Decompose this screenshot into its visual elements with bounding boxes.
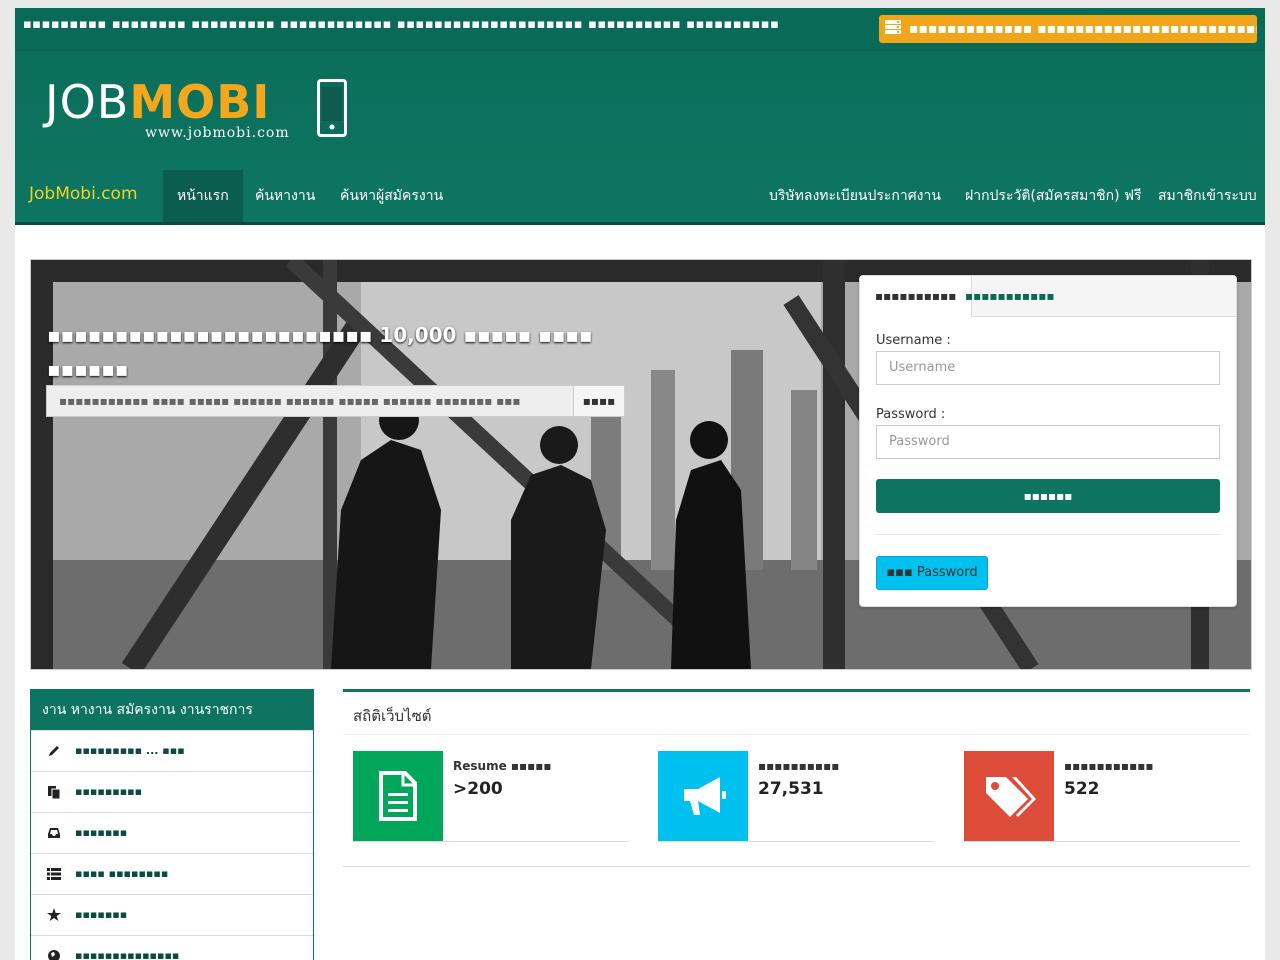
sidebar-item-5[interactable]: ▪▪▪▪▪▪▪▪▪▪▪▪▪▪ [31, 935, 313, 960]
server-icon [885, 20, 901, 34]
stats-divider [343, 734, 1250, 735]
site-stats: สถิติเว็บไซต์ Resume ▪▪▪▪▪ >200 ▪▪▪▪▪▪▪▪… [343, 689, 1250, 867]
logo-text-job: JOB [45, 75, 130, 129]
document-icon [379, 771, 417, 821]
top-cta-button[interactable]: ▪▪▪▪▪▪▪▪▪▪▪▪▪ ▪▪▪▪▪▪▪▪▪▪▪▪▪▪▪▪▪▪▪▪▪▪▪▪▪▪ [879, 15, 1257, 43]
phone-icon [317, 79, 347, 137]
sidebar-item-label: ▪▪▪▪▪▪▪ [75, 908, 128, 921]
stat-box-resume: Resume ▪▪▪▪▪ >200 [353, 751, 629, 842]
files-icon [48, 786, 61, 799]
nav-home[interactable]: หน้าแรก [163, 170, 243, 222]
site-header: JOBMOBI www.jobmobi.com [15, 50, 1265, 171]
sidebar-title: งาน หางาน สมัครงาน งานราชการ [31, 690, 313, 730]
hero-banner: ▪▪▪▪▪▪▪▪▪▪▪▪▪▪▪▪▪▪▪▪▪▪▪▪ 10,000 ▪▪▪▪▪ ▪▪… [30, 259, 1252, 670]
sidebar-item-label: ▪▪▪▪▪▪▪▪▪ ... ▪▪▪ [75, 744, 185, 757]
sidebar-item-4[interactable]: ▪▪▪▪▪▪▪ [31, 894, 313, 935]
logo-url: www.jobmobi.com [145, 125, 290, 141]
sidebar-item-label: ▪▪▪▪ ▪▪▪▪▪▪▪▪ [75, 867, 169, 880]
sidebar-item-2[interactable]: ▪▪▪▪▪▪▪ [31, 812, 313, 853]
login-panel: ▪▪▪▪▪▪▪▪▪▪ ▪▪▪▪▪▪▪▪▪▪▪ Username : Userna… [859, 275, 1237, 607]
stats-title: สถิติเว็บไซต์ [353, 707, 432, 725]
stat-label: ▪▪▪▪▪▪▪▪▪▪ [758, 759, 840, 773]
sidebar-item-0[interactable]: ▪▪▪▪▪▪▪▪▪ ... ▪▪▪ [31, 730, 313, 771]
megaphone-icon [684, 777, 726, 815]
username-label: Username : [876, 333, 951, 348]
stat-icon-box [964, 751, 1054, 841]
star-icon [47, 908, 61, 921]
nav-company-register[interactable]: บริษัทลงทะเบียนประกาศงาน [755, 170, 955, 222]
hero-search-button[interactable]: ▪▪▪▪ [573, 385, 625, 417]
tags-icon [986, 777, 1036, 817]
stat-box-companies: ▪▪▪▪▪▪▪▪▪▪▪ 522 [964, 751, 1240, 842]
list-icon [47, 868, 61, 880]
stat-value: >200 [453, 779, 503, 799]
sidebar-item-1[interactable]: ▪▪▪▪▪▪▪▪▪ [31, 771, 313, 812]
nav-register-resume[interactable]: ฝากประวัติ(สมัครสมาชิก) ฟรี [951, 170, 1156, 222]
sidebar-item-3[interactable]: ▪▪▪▪ ▪▪▪▪▪▪▪▪ [31, 853, 313, 894]
navbar-brand[interactable]: JobMobi.com [29, 184, 138, 204]
sidebar-item-label: ▪▪▪▪▪▪▪ [75, 826, 128, 839]
nav-find-applicants[interactable]: ค้นหาผู้สมัครงาน [326, 170, 457, 222]
stat-label: ▪▪▪▪▪▪▪▪▪▪▪ [1064, 759, 1154, 773]
login-tabs: ▪▪▪▪▪▪▪▪▪▪ ▪▪▪▪▪▪▪▪▪▪▪ [860, 276, 1236, 317]
main-navbar: JobMobi.com หน้าแรก ค้นหางาน ค้นหาผู้สมั… [15, 170, 1265, 225]
announcement-text: ▪▪▪▪▪▪▪▪▪ ▪▪▪▪▪▪▪▪ ▪▪▪▪▪▪▪▪▪ ▪▪▪▪▪▪▪▪▪▪▪… [23, 17, 780, 32]
stat-icon-box [353, 751, 443, 841]
stat-value: 522 [1064, 779, 1100, 799]
logo-text-mobi: MOBI [129, 75, 271, 129]
sidebar-item-label: ▪▪▪▪▪▪▪▪▪▪▪▪▪▪ [75, 949, 180, 960]
sidebar-menu: งาน หางาน สมัครงาน งานราชการ ▪▪▪▪▪▪▪▪▪ .… [30, 689, 314, 960]
password-label: Password : [876, 407, 946, 422]
login-divider [876, 534, 1220, 535]
globe-icon [48, 950, 60, 960]
password-field[interactable]: Password [876, 425, 1220, 459]
stat-label: Resume ▪▪▪▪▪ [453, 759, 552, 773]
hero-title: ▪▪▪▪▪▪▪▪▪▪▪▪▪▪▪▪▪▪▪▪▪▪▪▪ 10,000 ▪▪▪▪▪ ▪▪… [47, 323, 593, 381]
stat-box-jobs: ▪▪▪▪▪▪▪▪▪▪ 27,531 [658, 751, 934, 842]
forgot-password-button[interactable]: ▪▪▪ Password [876, 556, 988, 590]
page: ▪▪▪▪▪▪▪▪▪ ▪▪▪▪▪▪▪▪ ▪▪▪▪▪▪▪▪▪ ▪▪▪▪▪▪▪▪▪▪▪… [15, 8, 1265, 960]
username-field[interactable]: Username [876, 351, 1220, 385]
top-cta-label: ▪▪▪▪▪▪▪▪▪▪▪▪▪ ▪▪▪▪▪▪▪▪▪▪▪▪▪▪▪▪▪▪▪▪▪▪▪▪▪▪ [909, 21, 1257, 37]
tab-register[interactable]: ▪▪▪▪▪▪▪▪▪▪▪ [950, 276, 1069, 316]
pencil-icon [49, 746, 59, 756]
stat-value: 27,531 [758, 779, 824, 799]
stat-icon-box [658, 751, 748, 841]
nav-member-login[interactable]: สมาชิกเข้าระบบ [1144, 170, 1265, 222]
hero-search-input[interactable]: ▪▪▪▪▪▪▪▪▪▪▪ ▪▪▪▪ ▪▪▪▪▪ ▪▪▪▪▪▪ ▪▪▪▪▪▪ ▪▪▪… [46, 385, 574, 417]
sidebar-item-label: ▪▪▪▪▪▪▪▪▪ [75, 785, 143, 798]
nav-find-jobs[interactable]: ค้นหางาน [241, 170, 329, 222]
site-logo[interactable]: JOBMOBI www.jobmobi.com [45, 75, 347, 141]
inbox-icon [48, 828, 60, 838]
login-button[interactable]: ▪▪▪▪▪▪ [876, 479, 1220, 513]
top-announcement-bar: ▪▪▪▪▪▪▪▪▪ ▪▪▪▪▪▪▪▪ ▪▪▪▪▪▪▪▪▪ ▪▪▪▪▪▪▪▪▪▪▪… [15, 8, 1265, 50]
